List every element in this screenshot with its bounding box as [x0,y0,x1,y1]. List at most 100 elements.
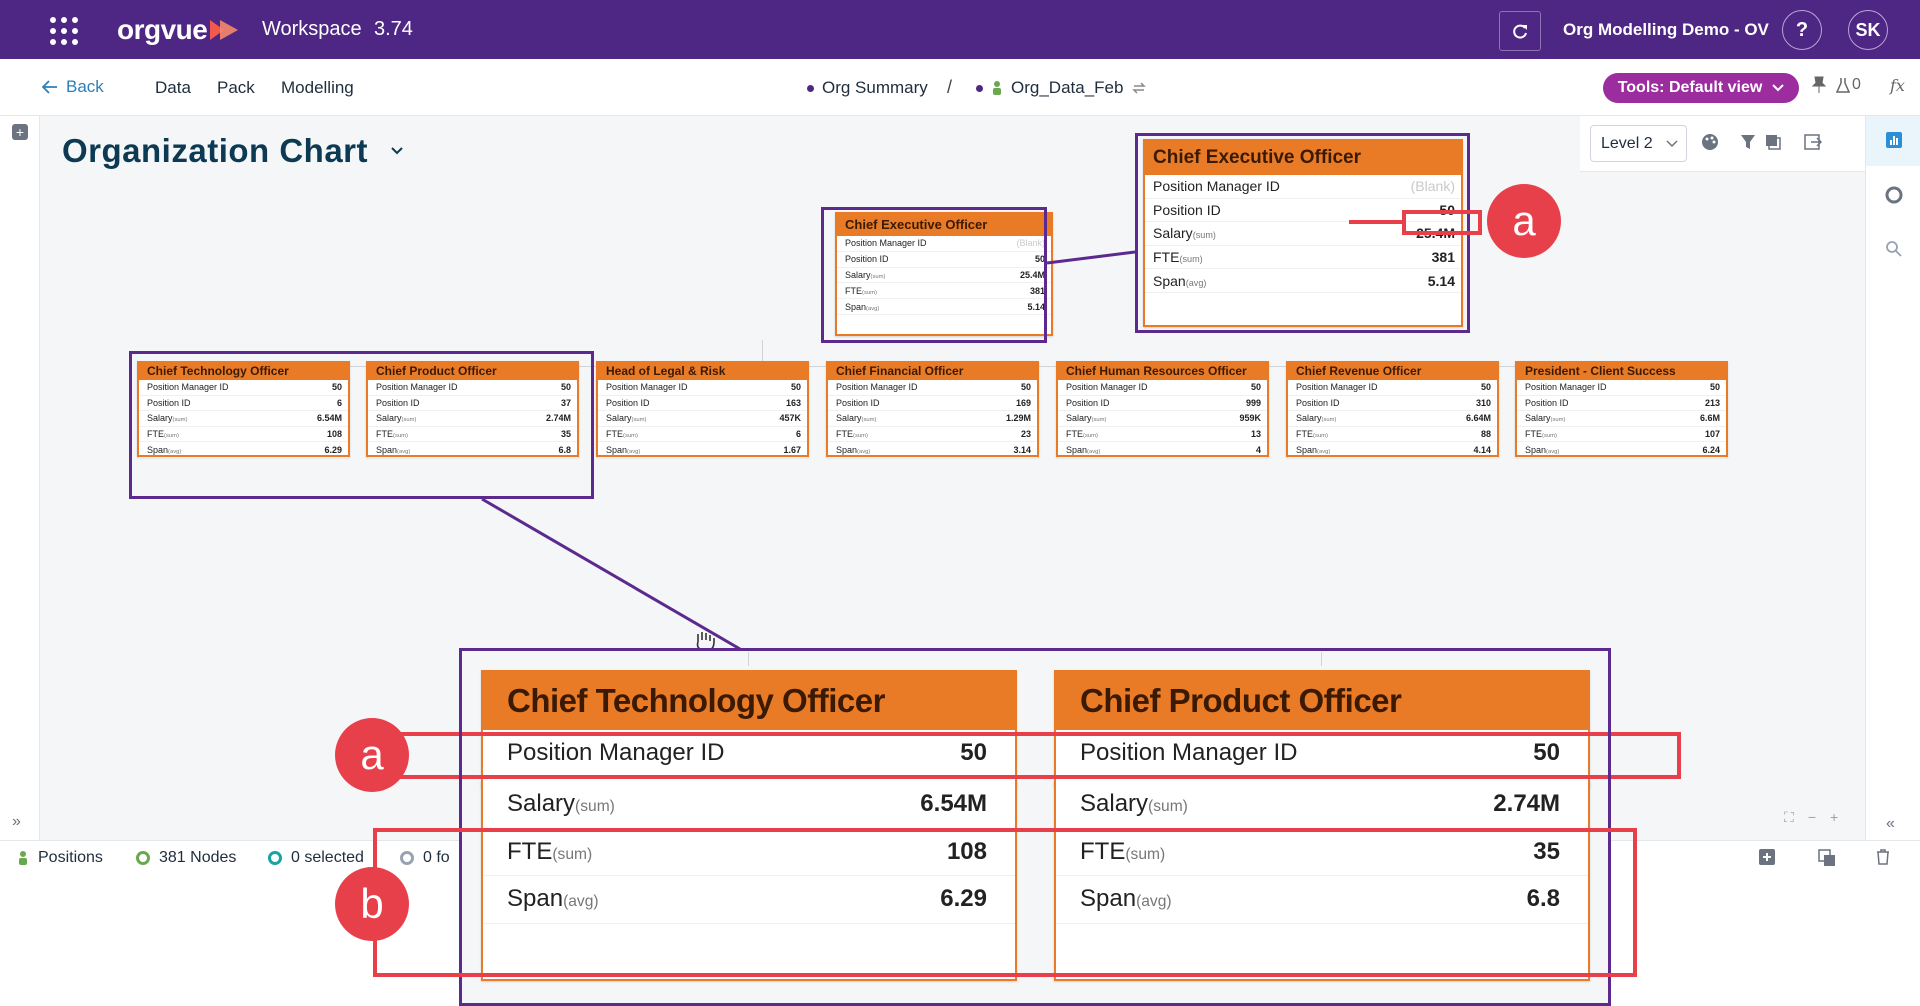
status-nodes[interactable]: 381 Nodes [136,849,236,867]
zoom-in-icon[interactable]: + [1830,809,1838,826]
nav-data[interactable]: Data [155,78,191,98]
card-title: Chief Human Resources Officer [1058,363,1267,380]
export-icon[interactable] [1804,133,1822,151]
apps-grid-icon[interactable] [50,17,78,45]
card-row-fte: FTE(sum) 88 [1288,427,1497,443]
card-row-manager: Position Manager ID 50 [1058,380,1267,396]
highlight-cto-cpo [129,351,594,499]
filter-icon[interactable] [1740,133,1756,151]
tools-label: Tools: Default view [1617,79,1763,96]
orgvue-logo[interactable]: orgvue [117,13,240,47]
card-title: Head of Legal & Risk [598,363,807,380]
circle-settings-icon[interactable] [1885,186,1903,204]
card-title: Chief Revenue Officer [1288,363,1497,380]
annotation-badge-a: a [335,718,409,792]
fx-icon[interactable]: fx [1890,76,1905,95]
chart-toolbar: Level 2 [1580,116,1865,172]
collapse-right-icon[interactable]: « [1886,815,1895,833]
bar-chart-icon [1886,132,1902,148]
tools-view-dropdown[interactable]: Tools: Default view [1603,73,1799,103]
level-select[interactable]: Level 2 [1590,125,1687,162]
layers-icon[interactable] [1764,133,1782,151]
card-row-position: Position ID 310 [1288,396,1497,412]
org-card-report[interactable]: Head of Legal & Risk Position Manager ID 5… [596,361,809,458]
status-positions-label: Positions [38,849,103,866]
annotation-badge-a: a [1487,184,1561,258]
card-row-fte: FTE(sum) 381 [1145,246,1461,270]
breadcrumb-org-summary[interactable]: Org Summary [807,78,928,98]
breadcrumb-separator: / [947,77,953,97]
card-row-span: Span(avg) 4.14 [1288,442,1497,458]
flask-counter[interactable]: 0 [1836,76,1861,94]
card-row-manager: Position Manager ID 50 [1517,380,1726,396]
nav-pack[interactable]: Pack [217,78,255,98]
top-bar: orgvue Workspace 3.74 Org Modelling Demo… [0,0,1920,59]
chevron-down-icon [1772,84,1785,92]
status-selected[interactable]: 0 selected [268,849,364,867]
org-card-report[interactable]: President - Client Success Position Manag… [1515,361,1728,458]
highlight-metrics-rows [373,828,1637,977]
rail-active-tab[interactable] [1866,116,1920,166]
fit-screen-icon[interactable]: ⛶ [1784,809,1794,826]
card-row-span: Span(avg) 6.24 [1517,442,1726,458]
right-rail: « [1865,116,1920,840]
refresh-icon[interactable] [1131,81,1147,95]
flask-count: 0 [1852,76,1861,93]
org-card-report[interactable]: Chief Revenue Officer Position Manager ID… [1286,361,1499,458]
nav-bar: Back Data Pack Modelling Org Summary / O… [0,59,1920,116]
card-title: Chief Financial Officer [828,363,1037,380]
card-row-manager: Position Manager ID (Blank) [1145,175,1461,199]
card-row-salary: Salary(sum) 959K [1058,411,1267,427]
user-avatar[interactable]: SK [1848,10,1888,50]
card-row-manager: Position Manager ID 50 [1288,380,1497,396]
card-row-manager: Position Manager ID 50 [598,380,807,396]
card-row-salary: Salary(sum) 6.64M [1288,411,1497,427]
card-title: President - Client Success [1517,363,1726,380]
duplicate-icon[interactable] [1818,849,1836,867]
zoom-out-icon[interactable]: − [1808,809,1816,826]
card-row-span: Span(avg) 3.14 [828,442,1037,458]
trash-icon[interactable] [1876,849,1890,865]
status-nodes-label: 381 Nodes [159,849,237,866]
palette-icon[interactable] [1701,133,1719,151]
breadcrumb-dot [976,84,983,92]
dataset-name[interactable]: Org Modelling Demo - OV [1563,20,1769,40]
status-selected-label: 0 selected [291,849,364,866]
help-button[interactable]: ? [1782,10,1822,50]
workspace-version: 3.74 [374,18,413,40]
person-hierarchy-icon [19,851,27,865]
breadcrumb-dot [807,84,814,92]
nav-modelling[interactable]: Modelling [281,78,354,98]
zoom-controls: ⛶ − + [1784,809,1838,826]
add-icon[interactable] [1759,849,1775,865]
org-card-report[interactable]: Chief Human Resources Officer Position Ma… [1056,361,1269,458]
expand-left-icon[interactable]: » [12,813,21,831]
card-row-position: Position ID 169 [828,396,1037,412]
sync-button[interactable] [1499,11,1541,51]
org-card-report[interactable]: Chief Financial Officer Position Manager … [826,361,1039,458]
card-row-salary: Salary(sum) 457K [598,411,807,427]
workspace-title: Workspace [262,18,362,40]
breadcrumb-label: Org Summary [822,78,928,97]
card-row-span: Span(avg) 5.14 [1145,269,1461,293]
pin-icon[interactable] [1812,76,1826,94]
breadcrumb-label: Org_Data_Feb [1011,78,1124,97]
card-row-salary: Salary(sum) 6.6M [1517,411,1726,427]
highlight-zoom-panel-top [459,648,1611,651]
add-panel-icon[interactable]: + [12,124,28,140]
chevron-down-icon[interactable] [389,142,405,158]
sync-icon [1513,24,1527,39]
chevron-down-icon [1666,140,1678,148]
card-title: Chief Executive Officer [1145,141,1461,175]
nodes-ring-icon [136,851,150,865]
breadcrumb-dataset[interactable]: Org_Data_Feb [976,78,1147,98]
search-icon[interactable] [1885,240,1903,258]
back-link[interactable]: Back [42,77,104,97]
annotation-badge-b: b [335,867,409,941]
person-hierarchy-icon [993,81,1001,95]
arrow-left-icon [42,80,57,94]
card-row-position: Position ID 999 [1058,396,1267,412]
back-label: Back [66,77,104,96]
status-positions[interactable]: Positions [17,849,103,867]
highlight-ceo-small [821,207,1047,343]
